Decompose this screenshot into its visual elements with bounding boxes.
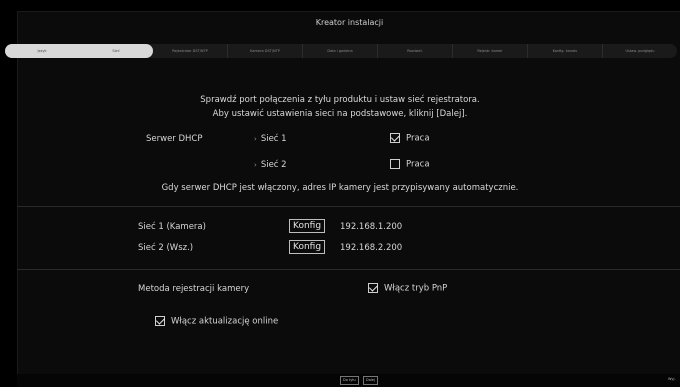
network-2-text: Sieć 2: [260, 160, 287, 170]
divider: [17, 206, 680, 207]
pnp-mode-checkbox[interactable]: Włącz tryb PnP: [368, 283, 447, 294]
dhcp-network-2-option: Praca: [406, 159, 430, 170]
network-2-all-label: Sieć 2 (Wsz.): [138, 243, 194, 253]
step-progress-bar: Język Sieć Rejestrator DST/NTP Kamera DS…: [5, 44, 677, 58]
step-channel-config[interactable]: Konfig. kanału: [528, 44, 602, 58]
checkbox-checked-icon[interactable]: [155, 316, 165, 326]
step-resolution[interactable]: Rozdziel.: [378, 44, 452, 58]
step-language[interactable]: Język: [5, 44, 79, 58]
intro-text-line-2: Aby ustawić ustawienia sieci na podstawo…: [212, 109, 468, 119]
network-1-text: Sieć 1: [260, 134, 287, 144]
checkbox-checked-icon[interactable]: [390, 133, 400, 143]
chevron-right-icon: ›: [254, 161, 257, 169]
network-1-camera-label: Sieć 1 (Kamera): [138, 222, 206, 232]
step-date-time[interactable]: Data i godzina: [303, 44, 377, 58]
step-preview-settings[interactable]: Ustaw. podglądu: [603, 44, 677, 58]
camera-registration-label: Metoda rejestracji kamery: [138, 284, 250, 294]
network-2-ip-value: 192.168.2.200: [340, 243, 403, 253]
step-camera-registration[interactable]: Rejestr. kamer: [453, 44, 527, 58]
dhcp-network-1-option: Praca: [406, 133, 430, 144]
back-button[interactable]: Do tyłu: [340, 376, 359, 385]
step-camera-dst-ntp[interactable]: Kamera DST/NTP: [228, 44, 302, 58]
exit-button[interactable]: Wyj.: [666, 376, 678, 385]
window-title: Kreator instalacji: [315, 18, 384, 27]
pnp-mode-label: Włącz tryb PnP: [384, 283, 448, 294]
checkbox-unchecked-icon[interactable]: [390, 159, 400, 169]
next-button[interactable]: Dalej: [363, 376, 378, 385]
network-2-config-button[interactable]: Konfig: [289, 240, 326, 254]
intro-text-line-1: Sprawdź port połączenia z tyłu produktu …: [200, 95, 480, 105]
dhcp-server-label: Serwer DHCP: [146, 134, 203, 144]
step-recorder-dst-ntp[interactable]: Rejestrator DST/NTP: [153, 44, 227, 58]
network-1-ip-value: 192.168.1.200: [340, 222, 403, 232]
dhcp-network-2-checkbox[interactable]: Praca: [390, 159, 430, 170]
online-update-checkbox[interactable]: Włącz aktualizację online: [155, 316, 278, 327]
network-1-label: › Sieć 1: [254, 134, 287, 144]
chevron-right-icon: ›: [254, 135, 257, 143]
checkbox-checked-icon[interactable]: [368, 283, 378, 293]
network-2-label: › Sieć 2: [254, 160, 287, 170]
divider: [17, 269, 680, 270]
online-update-label: Włącz aktualizację online: [171, 316, 279, 327]
wizard-window: Kreator instalacji: [17, 11, 680, 377]
network-1-config-button[interactable]: Konfig: [289, 219, 326, 233]
dhcp-note: Gdy serwer DHCP jest włączony, adres IP …: [161, 183, 519, 193]
dhcp-network-1-checkbox[interactable]: Praca: [390, 133, 430, 144]
step-network[interactable]: Sieć: [79, 44, 153, 58]
